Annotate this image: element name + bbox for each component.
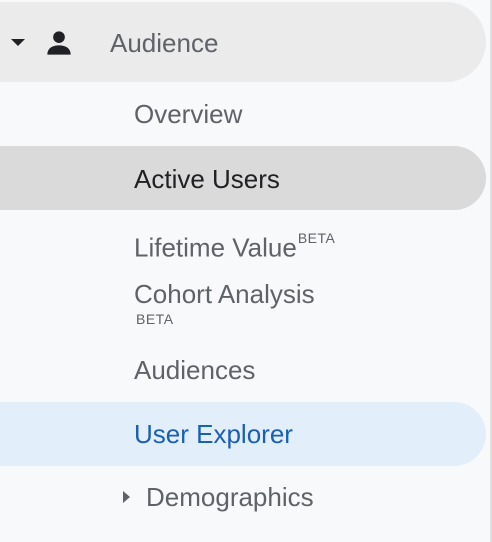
chevron-right-icon[interactable] bbox=[123, 491, 130, 503]
beta-badge: BETA bbox=[136, 311, 174, 327]
nav-item-active-users-label[interactable]: Active Users bbox=[134, 164, 280, 194]
nav-item-label: Lifetime Value bbox=[134, 232, 297, 263]
sidebar-nav: Audience Overview Active Users Lifetime … bbox=[0, 0, 492, 542]
nav-item-lifetime-value[interactable]: Lifetime ValueBETA bbox=[134, 227, 335, 263]
audience-section-header[interactable]: Audience bbox=[0, 2, 486, 82]
nav-item-cohort-analysis[interactable]: Cohort Analysis bbox=[134, 279, 315, 309]
nav-item-user-explorer-label[interactable]: User Explorer bbox=[134, 419, 293, 449]
section-label: Audience bbox=[110, 28, 219, 58]
nav-item-demographics[interactable]: Demographics bbox=[146, 482, 314, 512]
nav-item-overview[interactable]: Overview bbox=[134, 99, 242, 129]
person-icon bbox=[47, 31, 71, 55]
nav-item-audiences[interactable]: Audiences bbox=[134, 355, 255, 385]
beta-badge: BETA bbox=[297, 230, 336, 246]
chevron-down-icon[interactable] bbox=[11, 39, 25, 46]
